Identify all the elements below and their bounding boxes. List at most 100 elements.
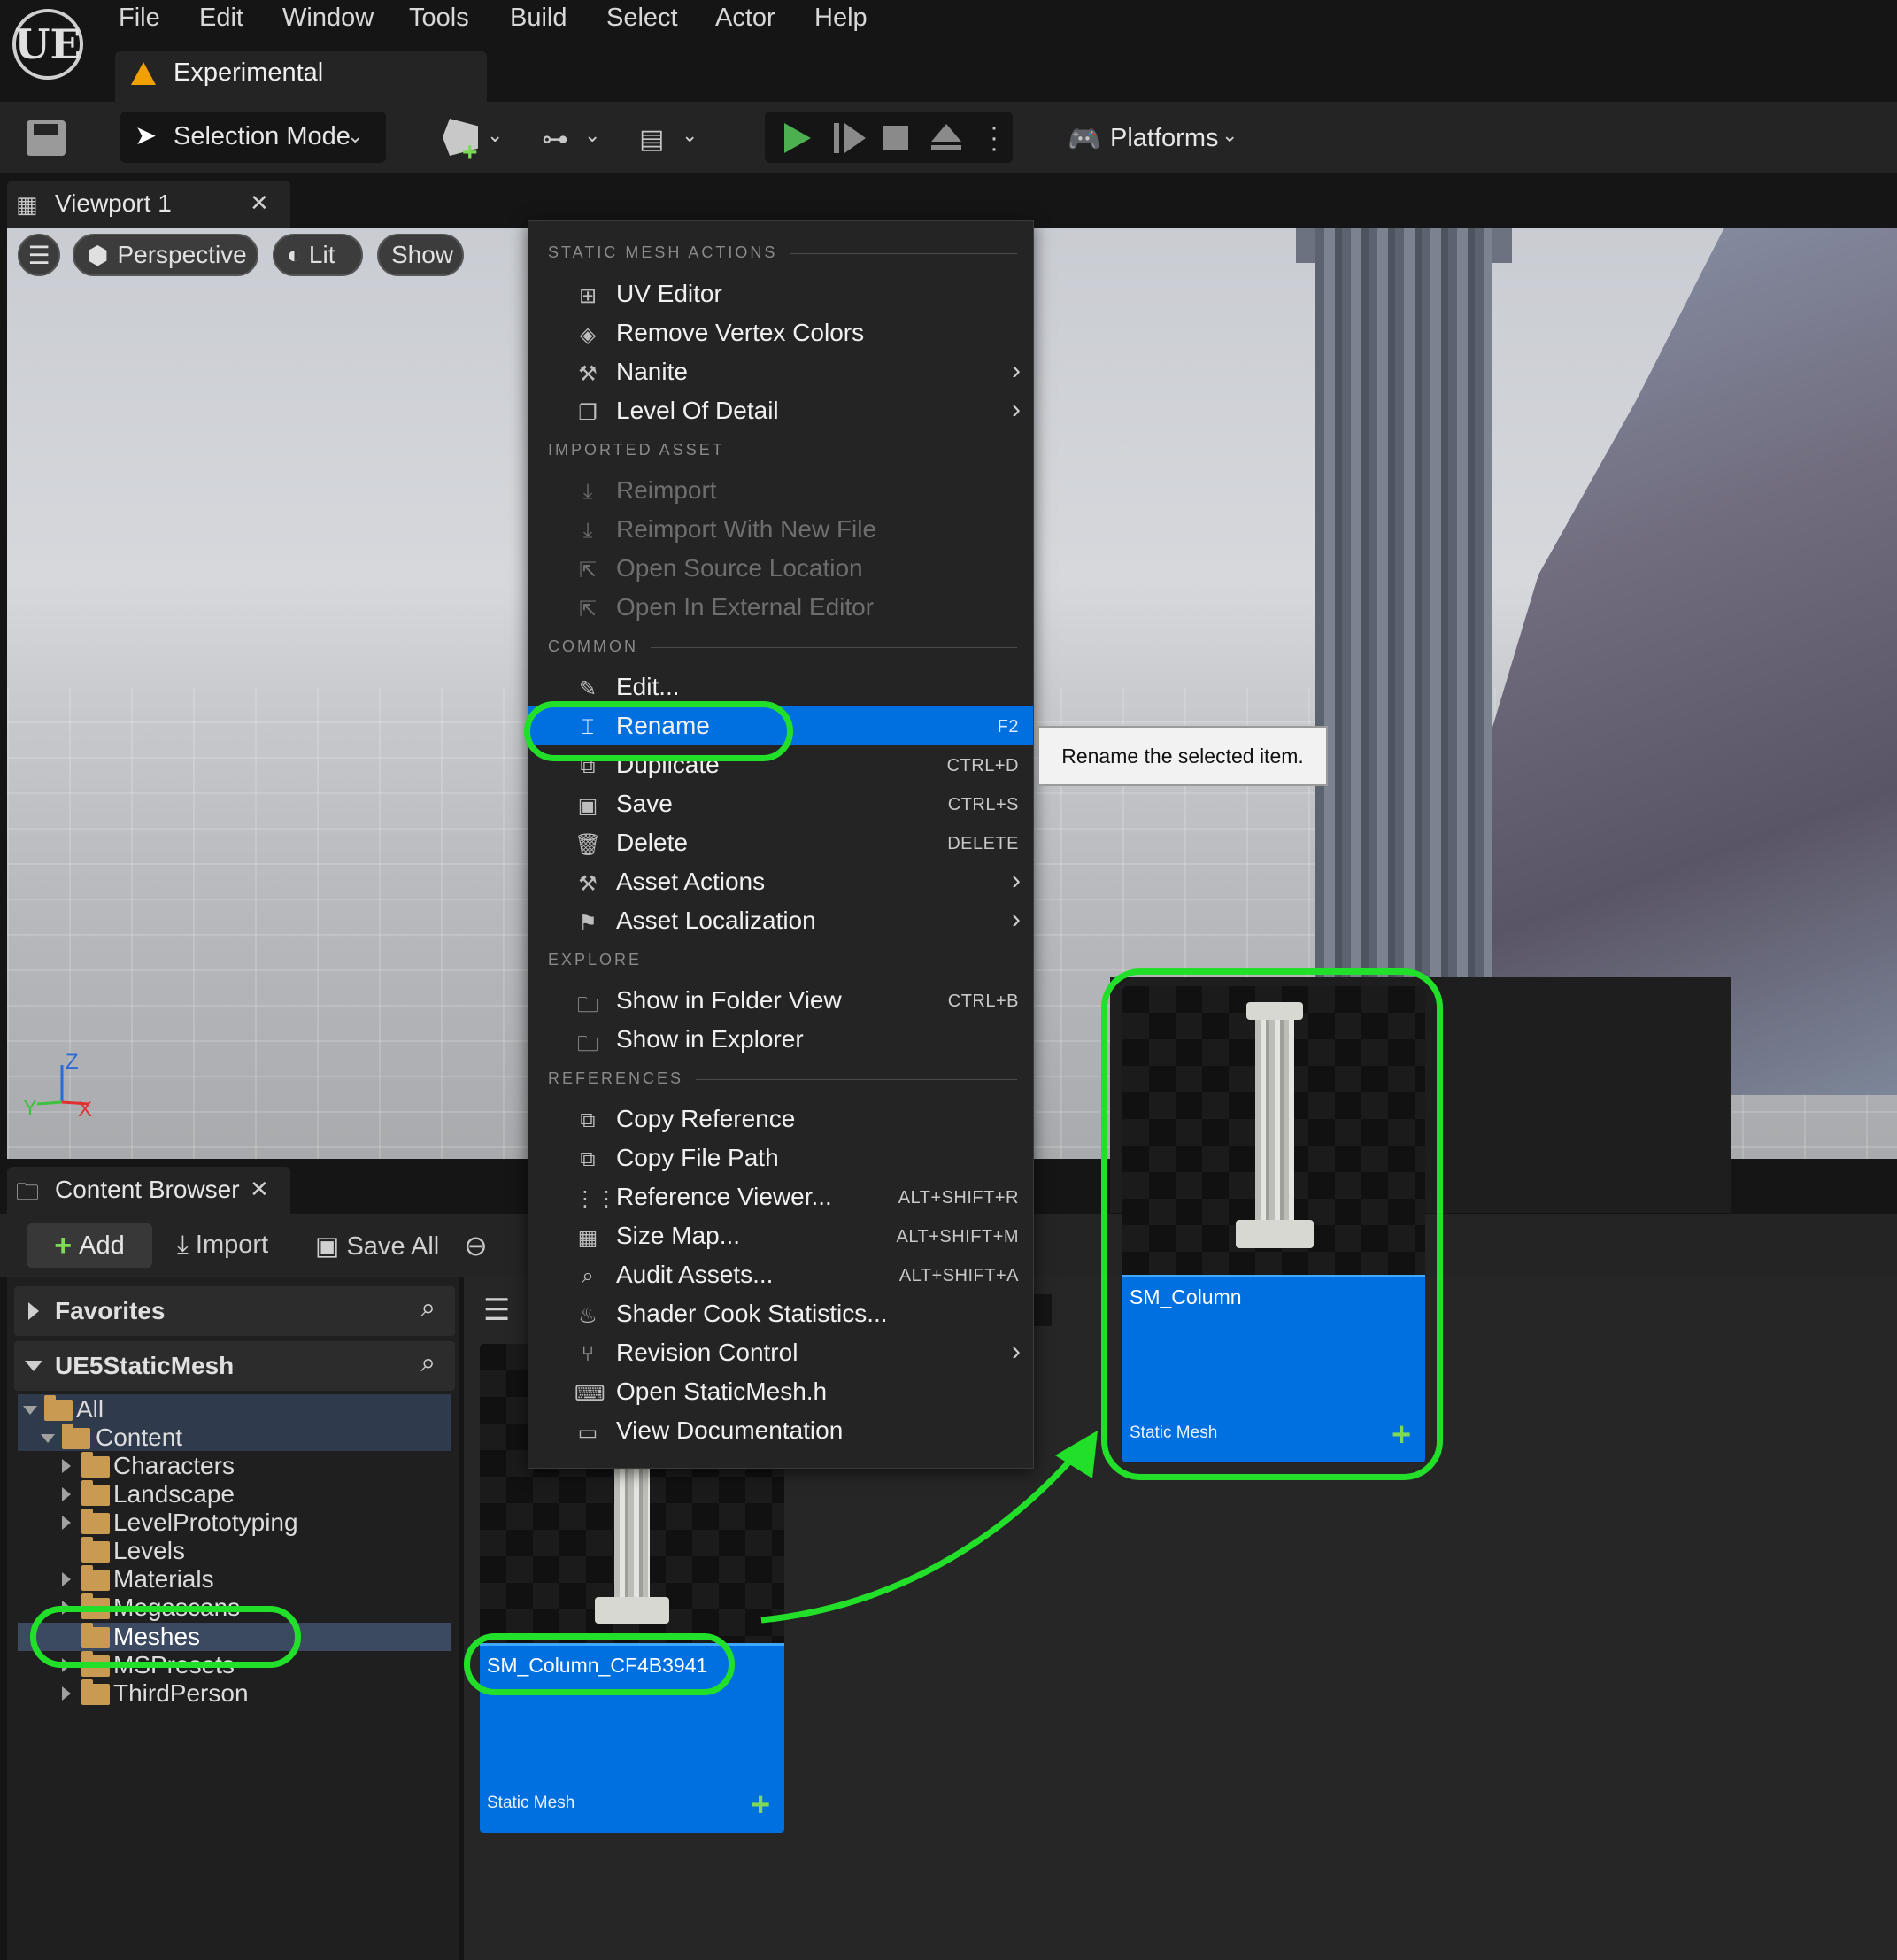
menu-window[interactable]: Window (282, 4, 374, 33)
menu-item-reference-viewer[interactable]: ⋮⋮ Reference Viewer... ALT+SHIFT+R (528, 1177, 1033, 1216)
tree-content[interactable]: Content (18, 1424, 451, 1452)
close-icon[interactable]: ✕ (250, 189, 269, 217)
section-explore: EXPLORE (548, 951, 1017, 972)
lod-icon: ❐ (578, 401, 598, 425)
tree-folder-levels[interactable]: Levels (18, 1537, 451, 1565)
tree-folder-characters[interactable]: Characters (18, 1452, 451, 1480)
platforms-icon[interactable]: 🎮 (1068, 124, 1100, 155)
play-icon[interactable] (784, 123, 811, 153)
menu-item-shader-cook-statistics[interactable]: ♨ Shader Cook Statistics... (528, 1294, 1033, 1333)
chevron-down-icon[interactable]: ⌄ (487, 124, 503, 147)
folder-label: Landscape (113, 1480, 235, 1508)
reimport-icon: ⤓ (582, 480, 593, 504)
tree-folder-landscape[interactable]: Landscape (18, 1480, 451, 1509)
menu-item-size-map[interactable]: ▦ Size Map... ALT+SHIFT+M (528, 1216, 1033, 1255)
lit-sphere-icon: ◐ (287, 241, 302, 268)
perspective-label: Perspective (117, 241, 247, 268)
menu-item-delete[interactable]: 🗑 Delete DELETE (528, 823, 1033, 862)
import-icon: ⤓ (177, 1231, 189, 1259)
show-button[interactable]: Show (377, 234, 464, 276)
chevron-down-icon[interactable]: ⌄ (584, 124, 600, 147)
section-static-mesh-actions: STATIC MESH ACTIONS (548, 243, 1017, 265)
unreal-logo-icon[interactable]: UE (12, 9, 83, 80)
favorites-header[interactable]: Favorites ⌕ (14, 1286, 455, 1336)
stop-icon[interactable] (883, 126, 908, 150)
cursor-icon: ➤ (135, 121, 158, 150)
project-tab[interactable]: Experimental (115, 51, 487, 102)
project-header[interactable]: UE5StaticMesh ⌕ (14, 1341, 455, 1391)
menu-actor[interactable]: Actor (715, 4, 775, 33)
revision-control-icon: ⑂ (581, 1342, 595, 1366)
close-icon[interactable]: ✕ (250, 1176, 269, 1203)
cpp-file-icon: ⌨ (574, 1382, 605, 1406)
viewport-tab[interactable]: ▦ Viewport 1 ✕ (7, 181, 290, 228)
search-icon[interactable]: ⌕ (420, 1348, 436, 1378)
menu-item-copy-file-path[interactable]: ⧉ Copy File Path (528, 1138, 1033, 1177)
highlight-renamed-asset (1101, 968, 1443, 1480)
tree-folder-levelprototyping[interactable]: LevelPrototyping (18, 1509, 451, 1537)
advance-frame-icon[interactable] (834, 123, 839, 153)
menu-build[interactable]: Build (510, 4, 567, 33)
import-label: Import (195, 1231, 269, 1259)
menu-select[interactable]: Select (606, 4, 678, 33)
eject-icon[interactable] (931, 124, 961, 142)
size-map-icon: ▦ (577, 1226, 598, 1250)
menu-item-remove-vertex-colors[interactable]: ◈ Remove Vertex Colors (528, 313, 1033, 352)
tree-folder-thirdperson[interactable]: ThirdPerson (18, 1679, 451, 1708)
more-options-icon[interactable]: · · · (990, 114, 999, 162)
menu-item-show-in-folder-view[interactable]: 🗀 Show in Folder View CTRL+B (528, 981, 1033, 1020)
blueprint-icon[interactable]: ⊶ (542, 124, 568, 155)
tree-all[interactable]: All (18, 1395, 451, 1424)
menu-item-open-source-location[interactable]: ⇱ Open Source Location (528, 549, 1033, 588)
save-all-button[interactable]: ▣ Save All (315, 1231, 439, 1262)
menu-item-asset-actions[interactable]: ⚒ Asset Actions › (528, 862, 1033, 901)
import-button[interactable]: ⤓ Import (177, 1231, 268, 1260)
perspective-button[interactable]: ⬢ Perspective (73, 234, 258, 276)
menu-tools[interactable]: Tools (409, 4, 469, 33)
hamburger-menu-icon[interactable]: ☰ (18, 234, 60, 276)
lit-button[interactable]: ◐ Lit (273, 234, 363, 276)
tree-all-label: All (76, 1395, 104, 1423)
mountain-terrain (1459, 228, 1897, 1095)
filter-icon[interactable]: ☰ (483, 1293, 510, 1328)
viewport-tab-label: Viewport 1 (55, 189, 172, 217)
menu-item-level-of-detail[interactable]: ❐ Level Of Detail › (528, 391, 1033, 430)
play-next-icon[interactable] (844, 123, 866, 153)
axis-y-label: Y (23, 1096, 37, 1120)
menu-item-nanite[interactable]: ⚒ Nanite › (528, 352, 1033, 391)
tree-content-label: Content (96, 1424, 183, 1451)
menu-item-revision-control[interactable]: ⑂ Revision Control › (528, 1333, 1033, 1372)
menu-item-open-staticmesh-h[interactable]: ⌨ Open StaticMesh.h (528, 1372, 1033, 1411)
context-menu: STATIC MESH ACTIONS ⊞ UV Editor ◈ Remove V… (528, 220, 1034, 1469)
menu-file[interactable]: File (119, 4, 160, 33)
save-all-label: Save All (346, 1232, 440, 1261)
back-arrow-icon[interactable]: ⊖ (464, 1229, 488, 1262)
chevron-right-icon: › (1012, 356, 1021, 385)
add-button[interactable]: + Add (27, 1223, 152, 1268)
search-icon[interactable]: ⌕ (420, 1293, 436, 1323)
chevron-right-icon: › (1012, 905, 1021, 934)
copy-icon: ⧉ (580, 1108, 596, 1132)
menu-item-audit-assets[interactable]: ⌕ Audit Assets... ALT+SHIFT+A (528, 1255, 1033, 1294)
chevron-down-icon[interactable]: ⌄ (1222, 124, 1238, 147)
chevron-down-icon[interactable]: ⌄ (682, 124, 698, 147)
menu-item-uv-editor[interactable]: ⊞ UV Editor (528, 274, 1033, 313)
selection-mode-label: Selection Mode (174, 122, 351, 150)
chevron-right-icon: › (1012, 866, 1021, 895)
menu-item-save[interactable]: ▣ Save CTRL+S (528, 784, 1033, 823)
cinematics-icon[interactable]: ▤ (639, 124, 664, 155)
reference-graph-icon: ⋮⋮ (574, 1187, 617, 1211)
menu-item-reimport-new-file[interactable]: ⤓ Reimport With New File (528, 510, 1033, 549)
menu-item-copy-reference[interactable]: ⧉ Copy Reference (528, 1100, 1033, 1138)
save-icon[interactable] (27, 120, 66, 156)
menu-item-reimport[interactable]: ⤓ Reimport (528, 471, 1033, 510)
menu-edit[interactable]: Edit (199, 4, 243, 33)
menu-help[interactable]: Help (814, 4, 868, 33)
tree-folder-materials[interactable]: Materials (18, 1565, 451, 1593)
platforms-button[interactable]: Platforms (1110, 124, 1218, 153)
menu-item-show-in-explorer[interactable]: 🗀 Show in Explorer (528, 1020, 1033, 1059)
menu-item-open-external-editor[interactable]: ⇱ Open In External Editor (528, 588, 1033, 627)
content-browser-tab[interactable]: 🗀 Content Browser ✕ (7, 1167, 290, 1214)
selection-mode-button[interactable]: ➤ Selection Mode ⌄ (120, 112, 386, 163)
menu-item-asset-localization[interactable]: ⚑ Asset Localization › (528, 901, 1033, 940)
